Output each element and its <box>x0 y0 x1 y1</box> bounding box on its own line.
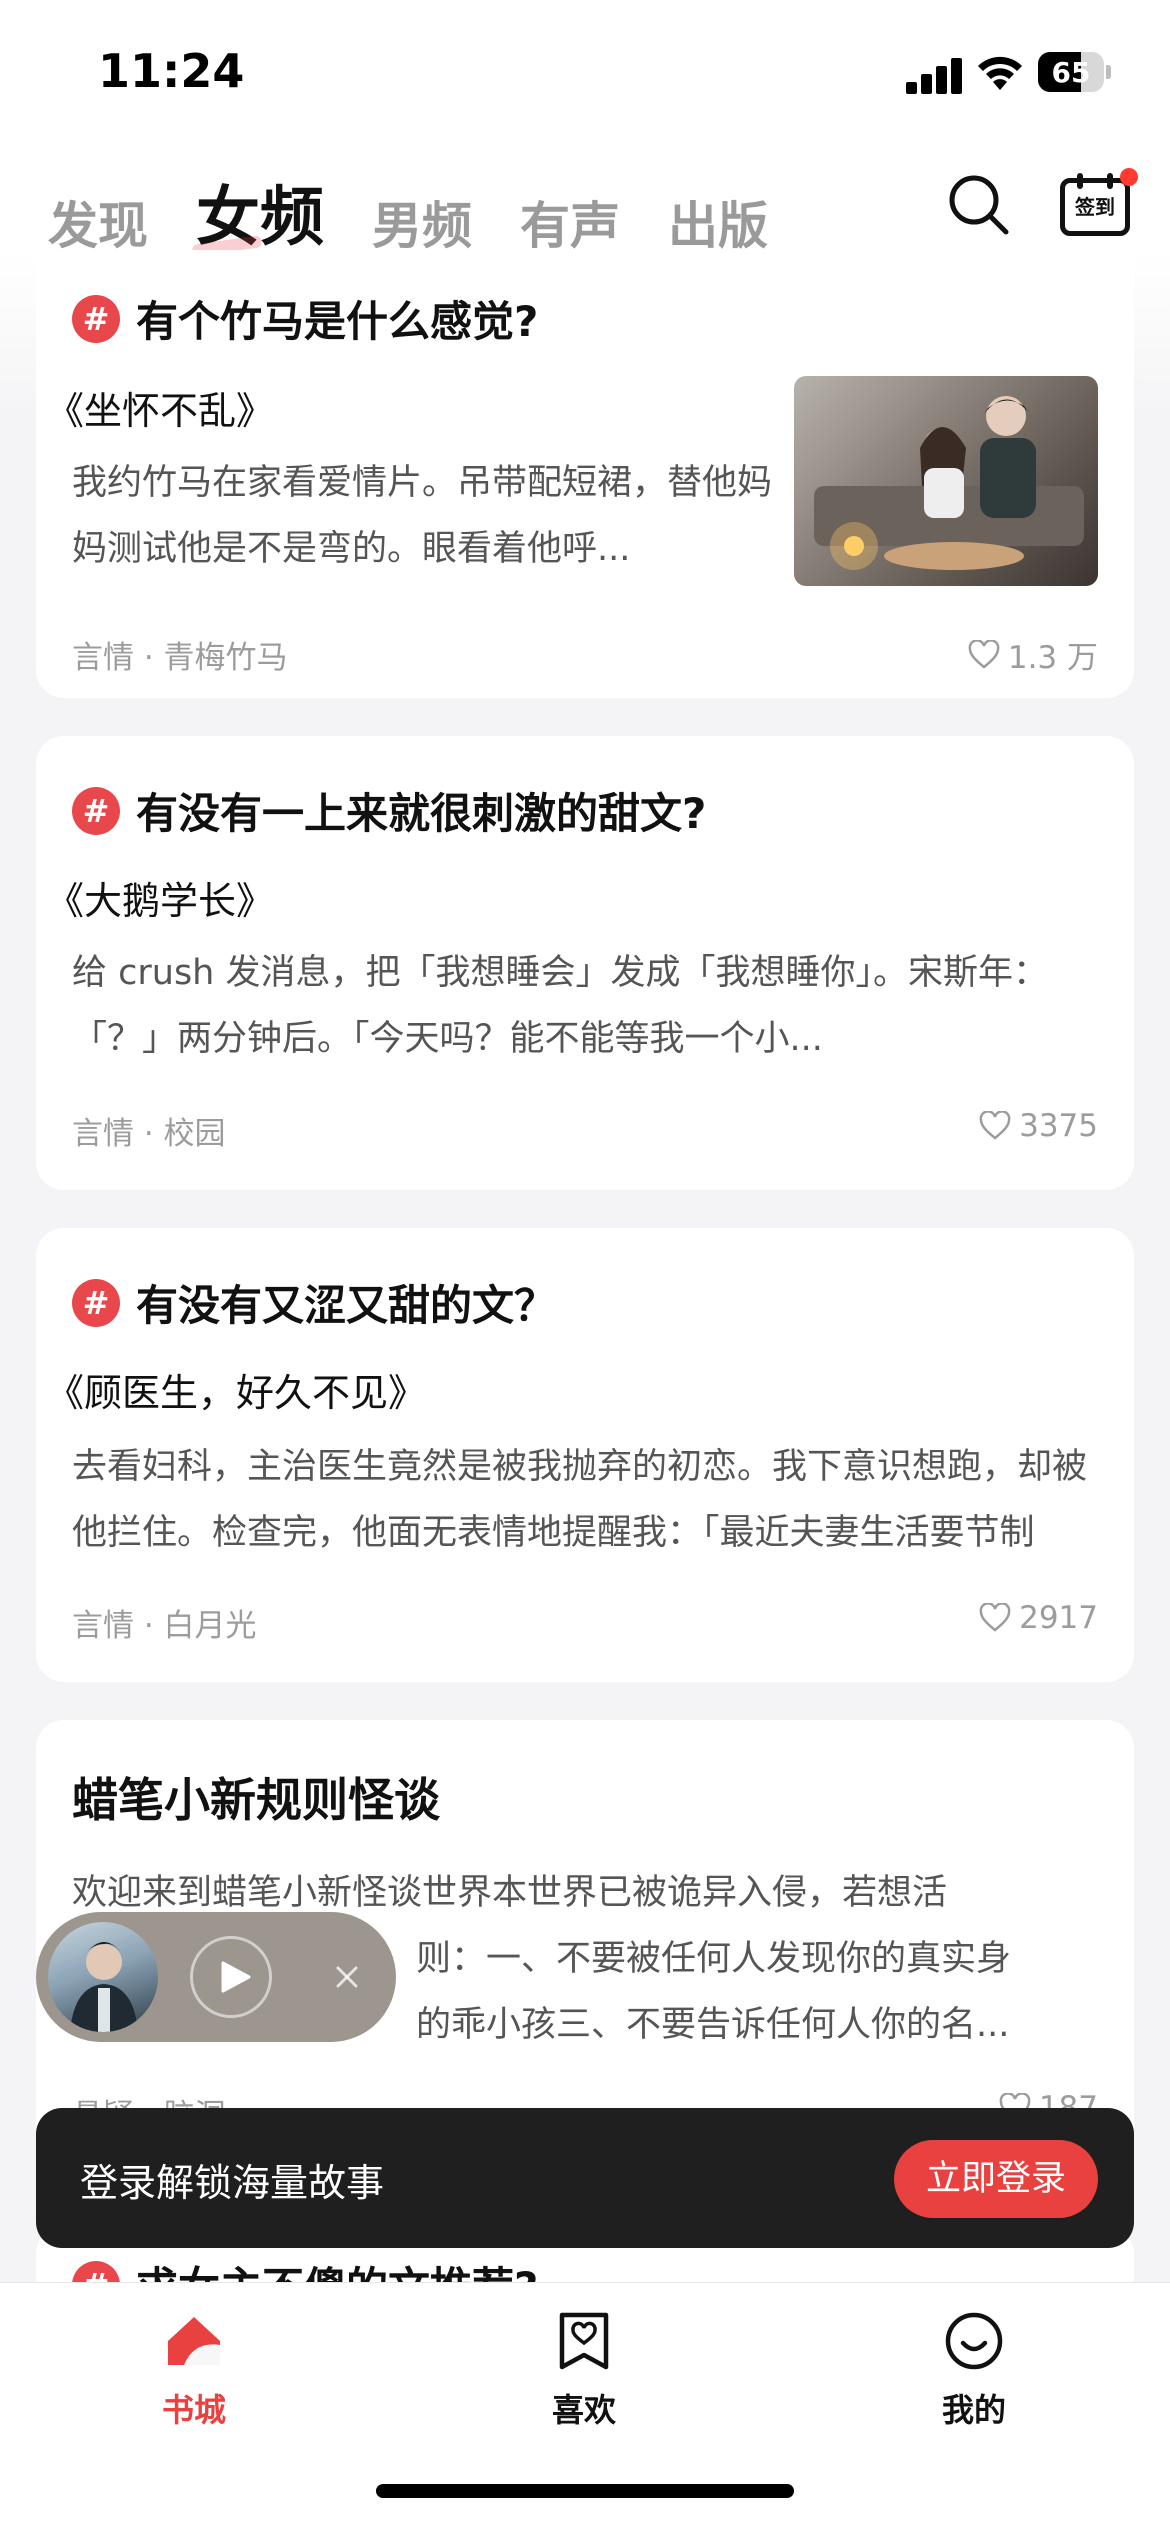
tab-publish[interactable]: 出版 <box>668 186 768 258</box>
floating-audio-player[interactable] <box>36 1912 396 2042</box>
like-count[interactable]: 3375 <box>979 1108 1098 1144</box>
topic-row: # 有没有又涩又甜的文？ <box>72 1272 556 1333</box>
topic-row: # 有没有一上来就很刺激的甜文? <box>72 780 706 841</box>
excerpt-line-3: 的乖小孩三、不要告诉任何人你的名... <box>416 2005 1010 2045</box>
topic-title: 有没有一上来就很刺激的甜文? <box>136 789 707 838</box>
battery-icon: 65 <box>1038 52 1111 92</box>
login-banner: 登录解锁海量故事 立即登录 <box>36 2108 1134 2248</box>
story-title: 蜡笔小新规则怪谈 <box>72 1773 440 1827</box>
topic-title: 有没有又涩又甜的文？ <box>136 1281 557 1330</box>
smile-profile-icon <box>945 2312 1003 2370</box>
hashtag-icon: # <box>72 294 120 343</box>
close-icon[interactable] <box>320 1950 374 2004</box>
tab-male[interactable]: 男频 <box>372 186 472 258</box>
book-title: 《顾医生，好久不见》 <box>46 1371 427 1415</box>
calendar-icon: 签到 <box>1060 173 1130 236</box>
nav-item-bookstore[interactable]: 书城 <box>104 2305 284 2445</box>
hashtag-icon: # <box>72 786 120 835</box>
topic-row: # 有个竹马是什么感觉? <box>72 288 538 349</box>
battery-percent: 65 <box>1051 56 1091 89</box>
play-icon <box>221 1961 251 1993</box>
tab-audio[interactable]: 有声 <box>520 186 620 258</box>
cellular-signal-icon <box>906 56 962 94</box>
login-prompt-text: 登录解锁海量故事 <box>80 2161 385 2205</box>
bookmark-heart-icon <box>559 2312 609 2370</box>
heart-icon <box>979 1603 1011 1632</box>
story-card[interactable]: # 有个竹马是什么感觉? 《坐怀不乱》 我约竹马在家看爱情片。吊带配短裙，替他妈… <box>36 250 1134 698</box>
status-time: 11:24 <box>98 44 245 98</box>
nav-label: 书城 <box>161 2391 226 2429</box>
tab-female[interactable]: 女频 <box>196 166 324 258</box>
excerpt: 去看妇科，主治医生竟然是被我抛弃的初恋。我下意识想跑，却被他拦住。检查完，他面无… <box>72 1447 1088 1553</box>
home-indicator <box>376 2484 794 2498</box>
tab-discover[interactable]: 发现 <box>48 186 148 258</box>
checkin-label: 签到 <box>1075 195 1115 219</box>
excerpt-line-2: 则：一、不要被任何人发现你的真实身 <box>416 1939 1012 1979</box>
notification-dot <box>1120 168 1138 186</box>
card-meta: 言情 · 青梅竹马 <box>72 640 288 676</box>
wifi-icon <box>978 56 1022 90</box>
category-tabs: 发现 女频 男频 有声 出版 <box>48 168 768 258</box>
home-icon <box>168 2317 220 2365</box>
hashtag-icon: # <box>72 1278 120 1327</box>
heart-icon <box>979 1111 1011 1140</box>
status-bar: 11:24 65 <box>0 0 1170 140</box>
cover-image <box>794 376 1098 586</box>
heart-icon <box>968 639 1000 669</box>
like-count[interactable]: 1.3 万 <box>968 632 1098 677</box>
excerpt: 我约竹马在家看爱情片。吊带配短裙，替他妈妈测试他是不是弯的。眼看着他呼... <box>72 463 773 569</box>
book-title: 《大鹅学长》 <box>46 879 275 923</box>
card-meta: 言情 · 校园 <box>72 1116 226 1152</box>
topic-title: 有个竹马是什么感觉? <box>136 297 539 346</box>
checkin-button[interactable]: 签到 <box>1060 166 1138 238</box>
story-card[interactable]: # 有没有又涩又甜的文？ 《顾医生，好久不见》 去看妇科，主治医生竟然是被我抛弃… <box>36 1228 1134 1682</box>
login-button[interactable]: 立即登录 <box>894 2140 1098 2218</box>
like-count[interactable]: 2917 <box>979 1600 1098 1636</box>
book-title: 《坐怀不乱》 <box>46 389 275 433</box>
nav-item-profile[interactable]: 我的 <box>884 2305 1064 2445</box>
play-button[interactable] <box>190 1936 272 2018</box>
audio-cover-avatar[interactable] <box>48 1922 158 2032</box>
like-count-value: 3375 <box>1019 1108 1098 1144</box>
nav-label: 喜欢 <box>551 2391 616 2429</box>
excerpt: 给 crush 发消息，把「我想睡会」发成「我想睡你」。宋斯年：「？」两分钟后。… <box>72 953 1048 1059</box>
story-card[interactable]: # 有没有一上来就很刺激的甜文? 《大鹅学长》 给 crush 发消息，把「我想… <box>36 736 1134 1190</box>
search-icon[interactable] <box>946 172 1010 236</box>
card-meta: 言情 · 白月光 <box>72 1608 257 1644</box>
nav-item-favorites[interactable]: 喜欢 <box>494 2305 674 2445</box>
like-count-value: 2917 <box>1019 1600 1098 1636</box>
like-count-value: 1.3 万 <box>1007 640 1098 676</box>
nav-label: 我的 <box>941 2391 1006 2429</box>
